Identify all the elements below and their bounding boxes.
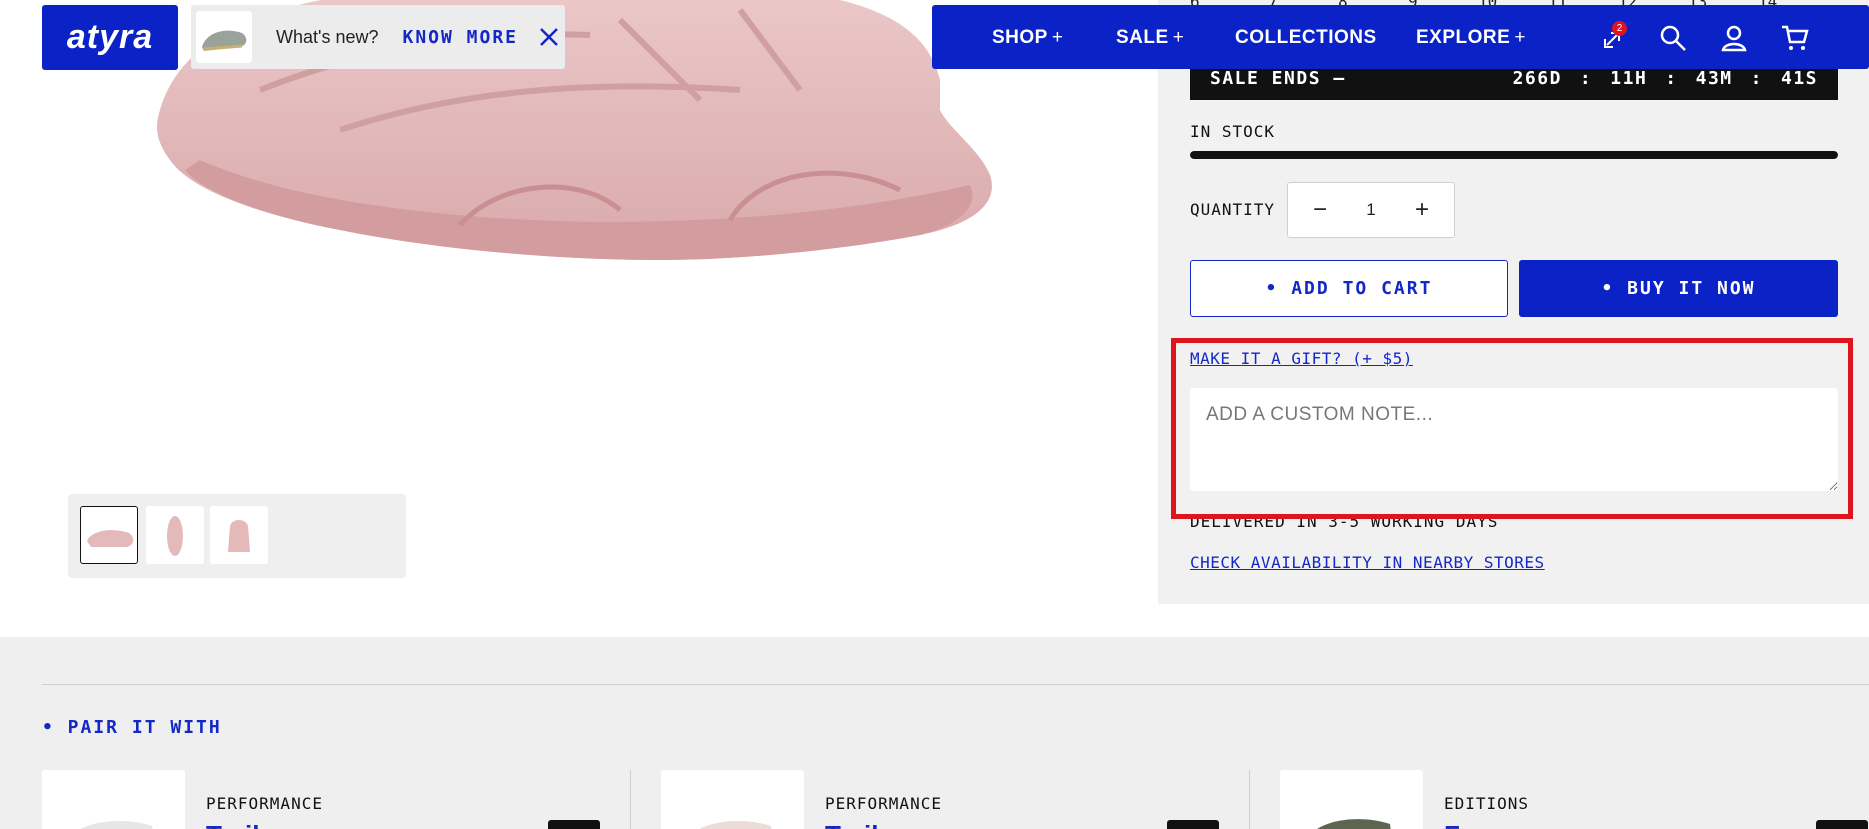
thumbnail-3[interactable]	[210, 506, 268, 564]
pair-product-name[interactable]: Free ...	[1444, 820, 1528, 829]
countdown-sep: :	[1665, 67, 1678, 89]
check-stores-link[interactable]: CHECK AVAILABILITY IN NEARBY STORES	[1190, 553, 1545, 572]
nav-explore[interactable]: EXPLORE +	[1416, 27, 1526, 49]
pair-card-1[interactable]: PERFORMANCE Trail ...	[42, 770, 622, 829]
nav-shop[interactable]: SHOP +	[992, 27, 1063, 49]
quantity-increase-button[interactable]: +	[1410, 196, 1434, 224]
pair-add-button[interactable]	[1816, 820, 1868, 829]
pair-it-with-section: • PAIR IT WITH PERFORMANCE Trail ... PER…	[0, 637, 1869, 829]
buy-box: 67891011121314 SALE ENDS — 266D : 11H : …	[1158, 0, 1869, 604]
pair-product-name[interactable]: Trail ...	[206, 820, 288, 829]
account-icon[interactable]	[1719, 23, 1749, 53]
nav-collections[interactable]: COLLECTIONS	[1235, 27, 1377, 49]
countdown-minutes: 43M	[1695, 67, 1733, 89]
countdown-sep: :	[1579, 67, 1593, 89]
pair-card-2[interactable]: PERFORMANCE Trail ...	[661, 770, 1241, 829]
countdown-seconds: 41S	[1780, 67, 1818, 89]
quantity-label: QUANTITY	[1190, 200, 1276, 219]
countdown-hours: 11H	[1610, 67, 1648, 89]
sale-label: SALE ENDS —	[1210, 67, 1346, 89]
add-to-cart-button[interactable]: • ADD TO CART	[1190, 260, 1508, 317]
close-icon[interactable]	[538, 26, 560, 48]
quantity-stepper: − 1 +	[1287, 182, 1455, 238]
stock-level-fill	[1190, 151, 1838, 159]
whats-new-text: What's new?	[276, 26, 379, 47]
pair-card-3[interactable]: EDITIONS Free ...	[1280, 770, 1869, 829]
quantity-decrease-button[interactable]: −	[1308, 196, 1332, 224]
main-nav: SHOP + SALE + COLLECTIONS EXPLORE + 2	[932, 5, 1869, 69]
pair-category: PERFORMANCE	[206, 794, 323, 813]
pair-product-name[interactable]: Trail ...	[825, 820, 907, 829]
stock-level-bar	[1190, 151, 1838, 159]
thumbnail-strip	[68, 494, 406, 578]
product-gallery	[0, 0, 1157, 637]
card-divider	[630, 770, 631, 829]
countdown-sep: :	[1750, 67, 1763, 89]
pair-category: PERFORMANCE	[825, 794, 942, 813]
whats-new-banner: What's new? KNOW MORE	[191, 5, 565, 69]
card-divider	[1249, 770, 1250, 829]
search-icon[interactable]	[1658, 23, 1688, 53]
delivery-info: DELIVERED IN 3-5 WORKING DAYS	[1190, 512, 1499, 531]
pair-product-image	[1280, 770, 1423, 829]
pair-category: EDITIONS	[1444, 794, 1530, 813]
quantity-value[interactable]: 1	[1366, 200, 1375, 220]
gift-note-field[interactable]	[1190, 388, 1838, 491]
make-gift-link[interactable]: MAKE IT A GIFT? (+ $5)	[1190, 349, 1413, 368]
compare-count-badge: 2	[1612, 21, 1627, 36]
stock-status: IN STOCK	[1190, 122, 1276, 141]
thumbnail-2[interactable]	[146, 506, 204, 564]
thumbnail-1[interactable]	[80, 506, 138, 564]
cart-icon[interactable]	[1780, 23, 1810, 53]
section-divider	[42, 684, 1869, 685]
whats-new-thumbnail	[196, 11, 252, 63]
nav-sale[interactable]: SALE +	[1116, 27, 1184, 49]
pair-add-button[interactable]	[1167, 820, 1219, 829]
know-more-link[interactable]: KNOW MORE	[402, 27, 518, 48]
brand-logo[interactable]: atyra	[42, 5, 178, 70]
buy-now-button[interactable]: • BUY IT NOW	[1519, 260, 1838, 317]
pair-product-image	[661, 770, 804, 829]
pair-add-button[interactable]	[548, 820, 600, 829]
pair-product-image	[42, 770, 185, 829]
pair-section-title: • PAIR IT WITH	[42, 717, 222, 738]
countdown-days: 266D	[1512, 67, 1562, 89]
